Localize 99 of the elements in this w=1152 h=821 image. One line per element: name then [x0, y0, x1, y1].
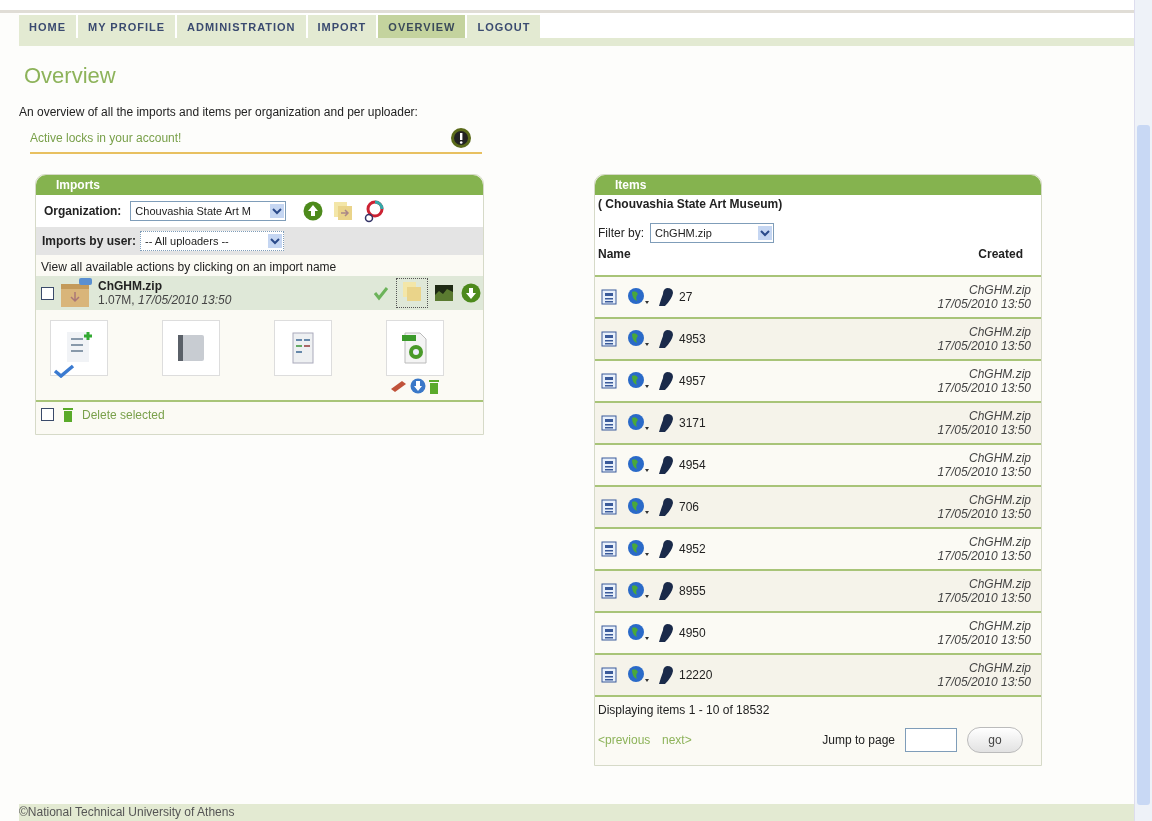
package-icon [59, 278, 93, 308]
item-source: ChGHM.zip [969, 451, 1031, 465]
checkbox[interactable] [41, 286, 54, 300]
chevron-icon[interactable] [270, 204, 285, 218]
item-source: ChGHM.zip [969, 619, 1031, 633]
globe-icon[interactable] [627, 455, 651, 475]
nav-tab[interactable]: ADMINISTRATION [177, 15, 306, 38]
globe-icon[interactable] [627, 413, 651, 433]
intro-text: An overview of all the imports and items per organization and per uploader: [19, 105, 419, 119]
item-source: ChGHM.zip [969, 283, 1031, 297]
stylesheet-icon[interactable] [386, 320, 444, 376]
trash-icon[interactable] [428, 378, 440, 394]
column-header: Created [978, 247, 1023, 261]
folder-icon[interactable] [332, 200, 355, 222]
globe-icon[interactable] [627, 371, 651, 391]
download-icon[interactable] [461, 283, 481, 303]
item-name[interactable]: 706 [679, 500, 938, 514]
globe-icon[interactable] [627, 497, 651, 517]
item-date: 17/05/2010 13:50 [937, 339, 1031, 353]
filter-label: Filter by: [598, 226, 644, 240]
item-name[interactable]: 3171 [679, 416, 938, 430]
xml-file-icon[interactable] [601, 583, 617, 599]
upload-icon[interactable] [303, 201, 324, 221]
import-name[interactable]: ChGHM.zip [98, 279, 368, 293]
item-name[interactable]: 4950 [679, 626, 938, 640]
nav-tab[interactable]: IMPORT [307, 15, 377, 38]
item-date: 17/05/2010 13:50 [937, 633, 1031, 647]
item-name[interactable]: 4954 [679, 458, 938, 472]
checkbox[interactable] [41, 408, 54, 421]
footer-text: ©National Technical University of Athens [19, 804, 1134, 821]
item-date: 17/05/2010 13:50 [937, 423, 1031, 437]
jump-label: Jump to page [822, 733, 895, 747]
xml-file-icon[interactable] [601, 415, 617, 431]
check-icon[interactable] [373, 285, 389, 301]
xml-file-icon[interactable] [601, 457, 617, 473]
item-date: 17/05/2010 13:50 [937, 465, 1031, 479]
panel-header: Imports [36, 175, 483, 195]
item-date: 17/05/2010 13:50 [937, 591, 1031, 605]
item-date: 17/05/2010 13:50 [937, 297, 1031, 311]
item-source: ChGHM.zip [969, 535, 1031, 549]
chevron-icon[interactable] [268, 234, 283, 248]
globe-icon[interactable] [627, 329, 651, 349]
uploader-select[interactable]: -- All uploaders -- [140, 231, 285, 251]
item-name[interactable]: 4953 [679, 332, 938, 346]
item-name[interactable]: 27 [679, 290, 938, 304]
xml-file-icon[interactable] [601, 541, 617, 557]
item-name[interactable]: 12220 [679, 668, 938, 682]
page-input[interactable] [905, 728, 957, 752]
column-header: Name [598, 247, 631, 261]
hint-text: View all available actions by clicking on an import name [40, 259, 338, 276]
item-name[interactable]: 8955 [679, 584, 938, 598]
import-details: 1.07M, 17/05/2010 13:50 [98, 293, 233, 307]
pagination-summary: Displaying items 1 - 10 of 18532 [597, 702, 771, 719]
globe-icon[interactable] [627, 623, 651, 643]
xml-file-icon[interactable] [601, 373, 617, 389]
globe-icon[interactable] [627, 581, 651, 601]
nav-tab[interactable]: HOME [19, 15, 76, 38]
xml-file-icon[interactable] [601, 625, 617, 641]
info-icon[interactable] [450, 127, 472, 149]
organization-select[interactable]: Chouvashia State Art M [130, 201, 287, 221]
go-button[interactable]: go [967, 727, 1023, 753]
list-add-icon[interactable] [50, 320, 108, 376]
item-source: ChGHM.zip [969, 325, 1031, 339]
globe-icon[interactable] [627, 539, 651, 559]
organization-name: ( Chouvashia State Art Museum) [595, 195, 1041, 223]
item-source: ChGHM.zip [969, 661, 1031, 675]
item-date: 17/05/2010 13:50 [937, 549, 1031, 563]
item-name[interactable]: 4952 [679, 542, 938, 556]
item-date: 17/05/2010 13:50 [937, 507, 1031, 521]
nav-tab[interactable]: MY PROFILE [78, 15, 176, 38]
nav-tab[interactable]: LOGOUT [467, 15, 541, 38]
globe-icon[interactable] [627, 665, 651, 685]
item-date: 17/05/2010 13:50 [937, 381, 1031, 395]
download-icon[interactable] [410, 378, 426, 394]
book-icon[interactable] [162, 320, 220, 376]
panel-header: Items [595, 175, 1041, 195]
globe-icon[interactable] [627, 287, 651, 307]
scrollbar[interactable] [1134, 0, 1152, 821]
user-label: Imports by user: [42, 234, 137, 248]
item-source: ChGHM.zip [969, 493, 1031, 507]
xml-file-icon[interactable] [601, 667, 617, 683]
filter-select[interactable]: ChGHM.zip [650, 223, 774, 243]
trash-icon[interactable] [62, 407, 74, 422]
item-source: ChGHM.zip [969, 577, 1031, 591]
item-source: ChGHM.zip [969, 409, 1031, 423]
refresh-icon[interactable] [363, 199, 386, 223]
item-date: 17/05/2010 13:50 [937, 675, 1031, 689]
xml-file-icon[interactable] [601, 499, 617, 515]
item-source: ChGHM.zip [969, 367, 1031, 381]
xml-file-icon[interactable] [601, 289, 617, 305]
organization-label: Organization: [44, 204, 122, 218]
nav-tab[interactable]: OVERVIEW [378, 15, 466, 38]
item-name[interactable]: 4957 [679, 374, 938, 388]
page-title: Overview [24, 63, 117, 89]
chart-icon[interactable] [435, 285, 453, 301]
edit-icon[interactable] [390, 379, 408, 393]
chevron-icon[interactable] [758, 226, 772, 240]
xml-file-icon[interactable] [601, 331, 617, 347]
locks-message: Active locks in your account! [30, 131, 182, 145]
